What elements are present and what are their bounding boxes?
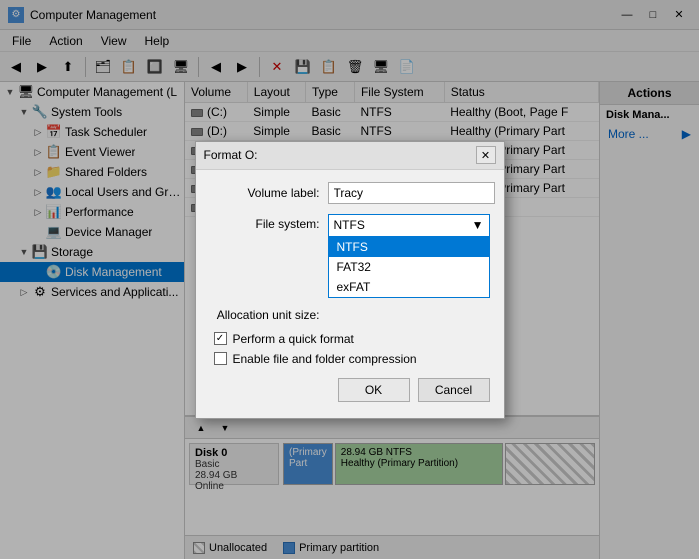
modal-btn-row: OK Cancel (210, 378, 490, 406)
file-system-select[interactable]: NTFS ▼ (328, 214, 490, 236)
option-exfat[interactable]: exFAT (329, 277, 489, 297)
option-ntfs[interactable]: NTFS (329, 237, 489, 257)
modal-close-button[interactable]: ✕ (476, 146, 496, 164)
modal-overlay: Format O: ✕ Volume label: File system: N… (0, 0, 699, 559)
ok-button[interactable]: OK (338, 378, 410, 402)
file-system-select-wrapper: NTFS ▼ NTFS FAT32 exFAT (328, 214, 490, 298)
modal-title: Format O: (204, 148, 258, 162)
file-system-text: File system: (210, 217, 320, 231)
file-system-dropdown: NTFS FAT32 exFAT (328, 236, 490, 298)
compression-label: Enable file and folder compression (233, 352, 417, 366)
file-system-value: NTFS (334, 218, 365, 232)
alloc-label: Allocation unit size: (210, 308, 320, 322)
alloc-value (328, 313, 490, 317)
option-fat32[interactable]: FAT32 (329, 257, 489, 277)
volume-label-input[interactable] (328, 182, 495, 204)
quick-format-checkbox[interactable] (214, 332, 227, 345)
format-dialog: Format O: ✕ Volume label: File system: N… (195, 141, 505, 419)
check-quick-format: Perform a quick format (210, 332, 490, 346)
volume-label-text: Volume label: (210, 186, 320, 200)
quick-format-label: Perform a quick format (233, 332, 354, 346)
modal-body: Volume label: File system: NTFS ▼ NTFS F… (196, 170, 504, 418)
alloc-row: Allocation unit size: (210, 308, 490, 322)
cancel-button[interactable]: Cancel (418, 378, 490, 402)
file-system-row: File system: NTFS ▼ NTFS FAT32 exFAT (210, 214, 490, 298)
dropdown-arrow: ▼ (472, 218, 484, 232)
modal-titlebar: Format O: ✕ (196, 142, 504, 170)
compression-checkbox[interactable] (214, 352, 227, 365)
volume-label-row: Volume label: (210, 182, 490, 204)
check-compression: Enable file and folder compression (210, 352, 490, 366)
